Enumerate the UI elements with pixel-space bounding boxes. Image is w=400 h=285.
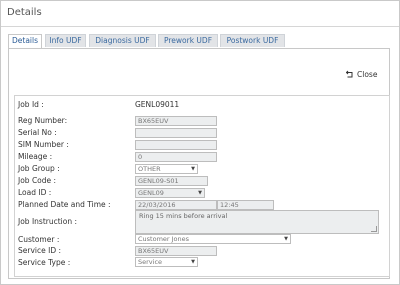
- chevron-down-icon: ▼: [191, 259, 195, 265]
- chevron-down-icon: ▼: [191, 166, 195, 172]
- tab-postwork-udf[interactable]: Postwork UDF: [220, 34, 285, 47]
- customer-label: Customer :: [18, 235, 60, 244]
- title-divider: [1, 26, 399, 27]
- planned-label: Planned Date and Time :: [18, 200, 111, 209]
- tab-prework-udf[interactable]: Prework UDF: [158, 34, 218, 47]
- sim-number-label: SIM Number :: [18, 140, 69, 149]
- job-id-value: GENL09011: [135, 100, 180, 109]
- service-type-select[interactable]: Service ▼: [135, 257, 198, 267]
- job-id-label: Job Id :: [18, 100, 44, 109]
- mileage-label: Mileage :: [18, 152, 53, 161]
- customer-select[interactable]: Customer Jones ▼: [135, 234, 291, 244]
- job-instruction-label: Job Instruction :: [18, 217, 77, 226]
- reg-number-label: Reg Number:: [18, 116, 68, 125]
- chevron-down-icon: ▼: [284, 236, 288, 242]
- close-button[interactable]: Close: [345, 70, 378, 80]
- service-type-value: Service: [138, 258, 163, 266]
- tab-diagnosis-udf[interactable]: Diagnosis UDF: [89, 34, 156, 47]
- resize-grip-icon[interactable]: [371, 226, 377, 232]
- job-code-input[interactable]: GENL09-S01: [135, 176, 208, 186]
- job-instruction-value: Ring 15 mins before arrival: [139, 212, 228, 220]
- tab-details[interactable]: Details: [8, 34, 42, 49]
- back-arrow-icon: [345, 70, 354, 78]
- service-type-label: Service Type :: [18, 258, 71, 267]
- reg-number-input[interactable]: BX65EUV: [135, 116, 217, 126]
- panel-title: Details: [7, 7, 42, 18]
- load-id-select[interactable]: GENL09 ▼: [135, 188, 205, 198]
- service-id-input[interactable]: BX65EUV: [135, 246, 217, 256]
- chevron-down-icon: ▼: [198, 190, 202, 196]
- close-label: Close: [357, 70, 378, 79]
- job-instruction-textarea[interactable]: Ring 15 mins before arrival: [135, 210, 379, 234]
- load-id-label: Load ID :: [18, 188, 52, 197]
- tab-info-udf[interactable]: Info UDF: [45, 34, 86, 47]
- customer-value: Customer Jones: [138, 235, 190, 243]
- job-group-select[interactable]: OTHER ▼: [135, 164, 198, 174]
- job-code-label: Job Code :: [18, 176, 57, 185]
- load-id-value: GENL09: [138, 189, 164, 197]
- planned-date-input[interactable]: 22/03/2016: [135, 200, 217, 210]
- sim-number-input[interactable]: [135, 140, 217, 150]
- mileage-input[interactable]: 0: [135, 152, 217, 162]
- service-id-label: Service ID :: [18, 246, 62, 255]
- planned-time-input[interactable]: 12:45: [217, 200, 274, 210]
- job-group-label: Job Group :: [18, 164, 60, 173]
- job-group-value: OTHER: [138, 165, 161, 173]
- serial-no-input[interactable]: [135, 128, 217, 138]
- serial-no-label: Serial No :: [18, 128, 57, 137]
